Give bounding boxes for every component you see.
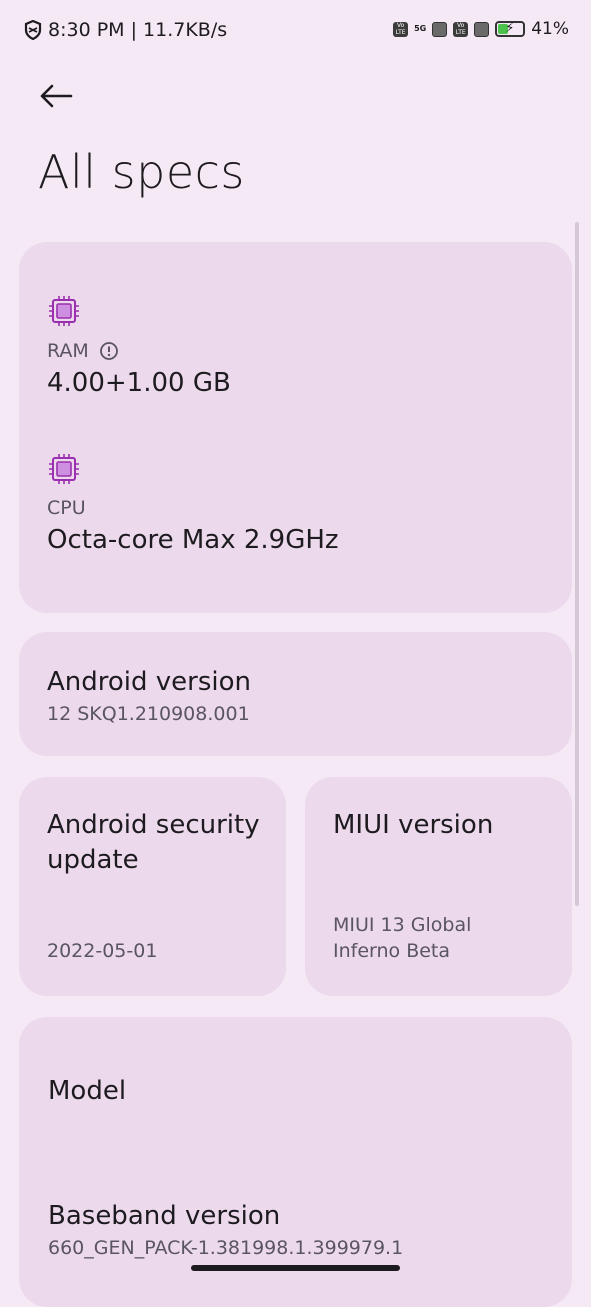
arrow-left-icon [40, 84, 73, 108]
ram-label: RAM [47, 340, 89, 362]
info-icon[interactable] [99, 341, 119, 361]
status-time-speed: 8:30 PM | 11.7KB/s [48, 19, 228, 41]
security-update-card[interactable]: Android security update 2022-05-01 [19, 777, 286, 996]
home-indicator[interactable] [191, 1265, 400, 1271]
miui-version-title: MIUI version [333, 810, 494, 840]
cpu-chip-icon [49, 454, 79, 484]
status-bar: 8:30 PM | 11.7KB/s Vo LTE 5G Vo LTE ⚡ 41… [0, 0, 591, 60]
device-info-card: Model Baseband version 660_GEN_PACK-1.38… [19, 1017, 572, 1307]
ram-value: 4.00+1.00 GB [47, 368, 231, 398]
security-update-value: 2022-05-01 [47, 940, 158, 962]
android-version-value: 12 SKQ1.210908.001 [47, 703, 250, 725]
battery-percent: 41% [531, 19, 569, 39]
scrollbar[interactable] [575, 222, 579, 906]
shield-icon [24, 20, 42, 40]
miui-version-value-line1: MIUI 13 Global [333, 914, 472, 936]
cpu-label: CPU [47, 497, 86, 519]
baseband-title[interactable]: Baseband version [48, 1199, 280, 1234]
volte-icon-2: Vo LTE [453, 21, 469, 37]
status-right: Vo LTE 5G Vo LTE ⚡ 41% [393, 19, 569, 39]
5g-icon: 5G [414, 24, 427, 33]
security-update-title-line1: Android security [47, 810, 260, 840]
specs-card: RAM 4.00+1.00 GB CPU Octa-core Max 2.9GH… [19, 242, 572, 613]
status-left: 8:30 PM | 11.7KB/s [24, 19, 227, 41]
ram-chip-icon [49, 296, 79, 326]
miui-version-card[interactable]: MIUI version MIUI 13 Global Inferno Beta [305, 777, 572, 996]
sim-icon [432, 21, 448, 37]
volte-icon: Vo LTE [393, 21, 409, 37]
security-update-title-line2: update [47, 845, 139, 875]
model-title[interactable]: Model [48, 1074, 126, 1109]
android-version-title: Android version [47, 667, 252, 697]
baseband-value: 660_GEN_PACK-1.381998.1.399979.1 [48, 1237, 404, 1259]
cpu-value: Octa-core Max 2.9GHz [47, 525, 339, 555]
sim-icon-2 [474, 21, 490, 37]
android-version-card[interactable]: Android version 12 SKQ1.210908.001 [19, 632, 572, 756]
battery-icon: ⚡ [495, 21, 526, 37]
page-title: All specs [38, 145, 245, 199]
back-button[interactable] [38, 78, 78, 114]
miui-version-value-line2: Inferno Beta [333, 940, 451, 962]
charging-icon: ⚡ [505, 21, 515, 36]
